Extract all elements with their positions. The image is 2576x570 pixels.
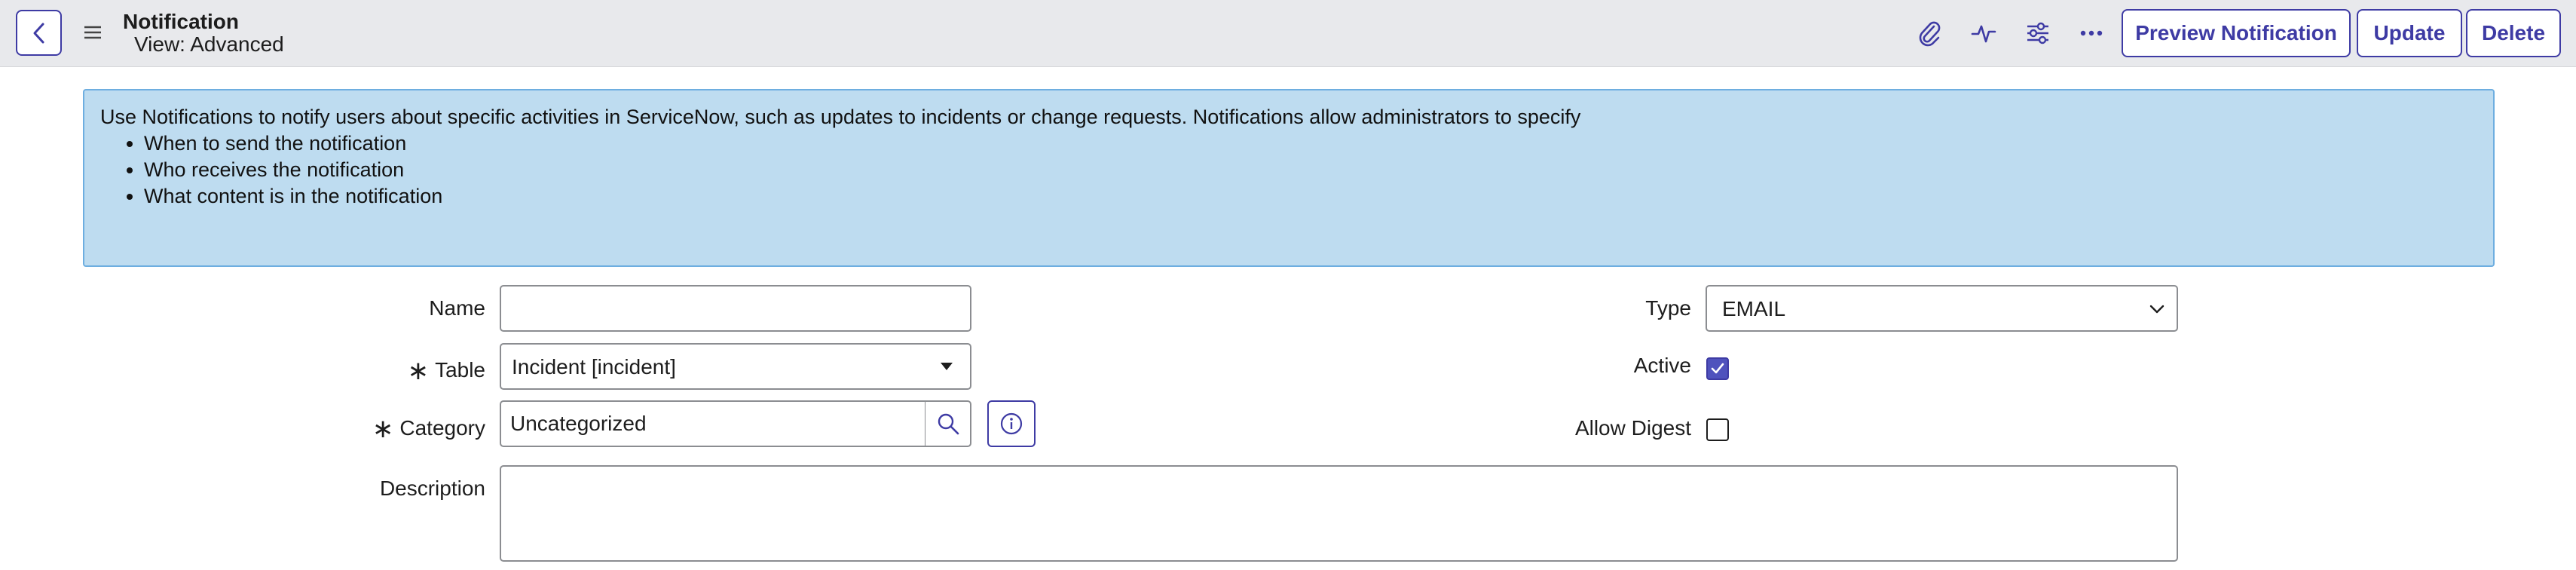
info-message: Use Notifications to notify users about …: [83, 89, 2495, 267]
form-header: Notification View: Advanced Preview Noti…: [0, 0, 2576, 67]
description-textarea[interactable]: [500, 465, 2178, 562]
required-marker: ∗: [407, 357, 430, 385]
info-bullet: Who receives the notification: [144, 157, 2478, 183]
active-label: Active: [1633, 354, 1691, 377]
category-lookup-button[interactable]: [925, 400, 971, 447]
description-label: Description: [379, 477, 485, 500]
caret-down-icon: [941, 363, 953, 370]
menu-icon[interactable]: [83, 23, 102, 42]
category-info-button[interactable]: [987, 400, 1036, 447]
category-label: Category: [399, 416, 485, 440]
allow-digest-checkbox[interactable]: [1706, 418, 1729, 441]
type-select-value: EMAIL: [1722, 297, 1786, 320]
settings-icon[interactable]: [2021, 17, 2054, 50]
info-bullet: What content is in the notification: [144, 183, 2478, 210]
back-button[interactable]: [16, 10, 62, 56]
allow-digest-label: Allow Digest: [1574, 416, 1691, 440]
search-icon: [938, 413, 959, 435]
activity-icon[interactable]: [1967, 17, 2000, 50]
page-title: Notification: [123, 10, 239, 33]
table-label-wrap: ∗ Table: [407, 354, 485, 385]
back-icon: [33, 23, 44, 43]
attachment-icon[interactable]: [1913, 17, 1946, 50]
category-input[interactable]: [500, 400, 926, 447]
preview-notification-button[interactable]: Preview Notification: [2122, 9, 2351, 57]
update-button[interactable]: Update: [2357, 9, 2462, 57]
more-icon[interactable]: [2075, 17, 2108, 50]
table-select[interactable]: Incident [incident]: [500, 343, 971, 390]
delete-button[interactable]: Delete: [2466, 9, 2561, 57]
type-label: Type: [1645, 296, 1691, 320]
type-select[interactable]: EMAIL: [1706, 285, 2178, 332]
view-label: View: Advanced: [134, 32, 284, 56]
info-icon: [1000, 412, 1023, 435]
required-marker: ∗: [372, 415, 394, 443]
checkmark-icon: [1711, 363, 1724, 374]
info-bullet: When to send the notification: [144, 130, 2478, 157]
table-select-value: Incident [incident]: [512, 355, 676, 378]
category-label-wrap: ∗ Category: [372, 412, 485, 443]
table-label: Table: [435, 358, 485, 382]
info-intro: Use Notifications to notify users about …: [100, 106, 1581, 128]
chevron-down-icon: [2149, 305, 2165, 314]
name-label: Name: [429, 296, 485, 320]
active-checkbox[interactable]: [1706, 357, 1729, 380]
info-list: When to send the notification Who receiv…: [100, 130, 2478, 210]
name-input[interactable]: [500, 285, 971, 332]
